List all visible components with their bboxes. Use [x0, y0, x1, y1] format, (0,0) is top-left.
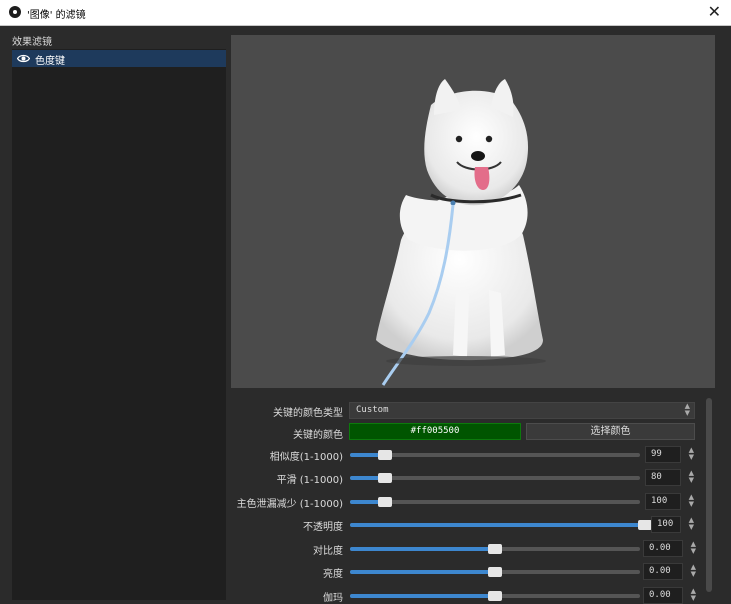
slider-value: 99 [651, 449, 662, 459]
slider-value-spinbox[interactable]: 80 ▲ ▼ [645, 469, 694, 486]
close-icon[interactable]: ✕ [708, 3, 721, 21]
slider-track[interactable] [350, 544, 640, 554]
slider-value: 0.00 [649, 543, 671, 553]
slider-handle[interactable] [378, 473, 392, 483]
spin-arrows-icon[interactable]: ▲ ▼ [689, 494, 694, 508]
background-window-edge [0, 26, 10, 600]
key-color-swatch: #ff005500 [349, 423, 521, 440]
slider-value-spinbox[interactable]: 99 ▲ ▼ [645, 446, 694, 463]
slider-label: 亮度 [323, 569, 343, 580]
slider-label: 不透明度 [303, 522, 343, 533]
slider-fill [350, 547, 495, 551]
effect-filters-label: 效果滤镜 [12, 37, 52, 48]
dog-preview-image [376, 79, 546, 386]
filter-item-chroma-key[interactable]: 色度键 [12, 50, 226, 67]
slider-value: 100 [651, 496, 668, 506]
spin-arrows-icon[interactable]: ▲ ▼ [691, 541, 696, 555]
slider-value-spinbox[interactable]: 100 ▲ ▼ [651, 516, 694, 533]
filters-list[interactable]: 色度键 [12, 49, 226, 600]
slider-value: 0.00 [649, 566, 671, 576]
slider-value-spinbox[interactable]: 0.00 ▲ ▼ [643, 540, 696, 557]
eye-icon[interactable] [17, 54, 30, 63]
slider-label: 对比度 [313, 546, 343, 557]
slider-value: 0.00 [649, 590, 671, 600]
slider-handle[interactable] [488, 544, 502, 554]
spin-arrows-icon[interactable]: ▲ ▼ [689, 447, 694, 461]
slider-value-spinbox[interactable]: 0.00 ▲ ▼ [643, 587, 696, 604]
filter-preview [231, 35, 715, 388]
slider-handle[interactable] [638, 520, 652, 530]
slider-label: 伽玛 [323, 593, 343, 604]
slider-track[interactable] [350, 520, 652, 530]
slider-handle[interactable] [378, 450, 392, 460]
slider-label: 平滑 (1-1000) [276, 475, 343, 486]
filter-item-label: 色度键 [35, 56, 65, 67]
slider-value: 100 [657, 519, 674, 529]
slider-track[interactable] [350, 473, 640, 483]
spin-arrows-icon[interactable]: ▲ ▼ [691, 564, 696, 578]
slider-fill [350, 594, 495, 598]
spin-arrows-icon[interactable]: ▲ ▼ [689, 517, 694, 531]
slider-track[interactable] [350, 497, 640, 507]
key-color-type-label: 关键的颜色类型 [273, 408, 343, 419]
obs-app-icon [9, 6, 21, 18]
select-color-button[interactable]: 选择颜色 [526, 423, 695, 440]
slider-handle[interactable] [488, 567, 502, 577]
updown-arrows-icon: ▲ ▼ [684, 402, 690, 417]
window-title: '图像' 的滤镜 [27, 10, 86, 21]
key-color-type-value: Custom [356, 405, 389, 415]
slider-track[interactable] [350, 591, 640, 601]
title-bar: '图像' 的滤镜 ✕ [0, 0, 731, 26]
slider-handle[interactable] [378, 497, 392, 507]
slider-label: 相似度(1-1000) [269, 452, 343, 463]
slider-fill [350, 570, 495, 574]
slider-track[interactable] [350, 450, 640, 460]
slider-label: 主色泄漏减少 (1-1000) [236, 499, 343, 510]
slider-fill [350, 523, 645, 527]
scrollbar-thumb[interactable] [706, 398, 712, 592]
slider-value-spinbox[interactable]: 100 ▲ ▼ [645, 493, 694, 510]
slider-track[interactable] [350, 567, 640, 577]
slider-value: 80 [651, 472, 662, 482]
slider-value-spinbox[interactable]: 0.00 ▲ ▼ [643, 563, 696, 580]
key-color-type-select[interactable]: Custom ▲ ▼ [349, 402, 695, 419]
key-color-label: 关键的颜色 [293, 430, 343, 441]
spin-arrows-icon[interactable]: ▲ ▼ [689, 470, 694, 484]
properties-scrollbar[interactable] [705, 396, 713, 594]
